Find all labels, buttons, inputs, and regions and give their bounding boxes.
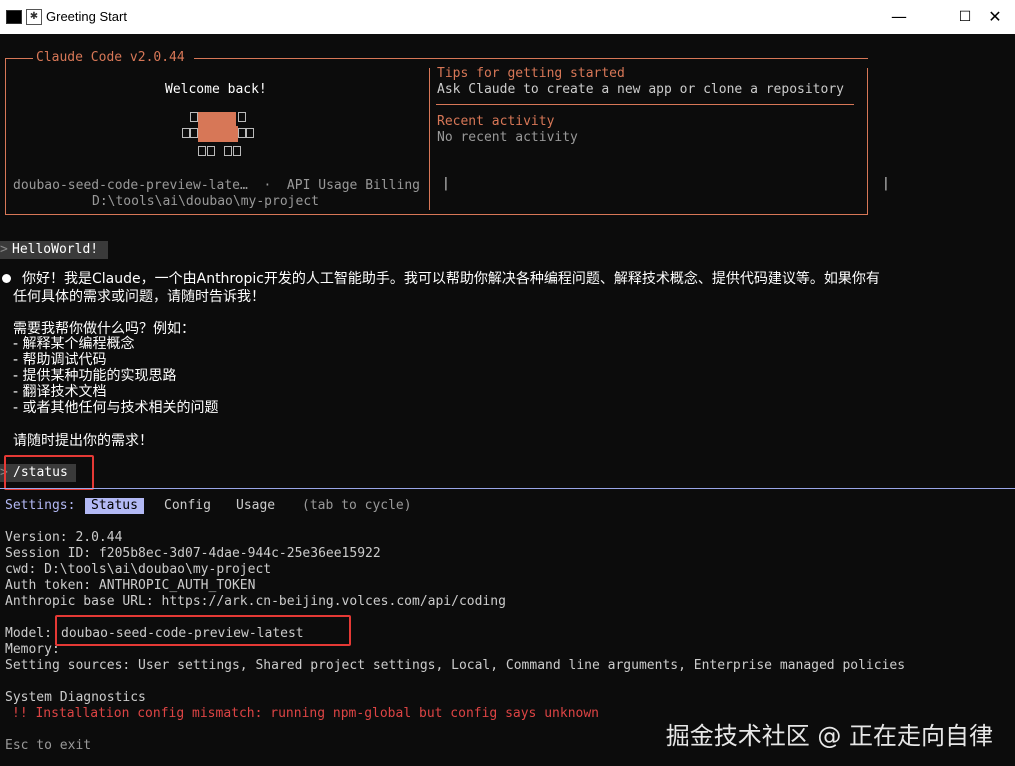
- settings-separator: [0, 488, 1015, 489]
- tab-status[interactable]: Status: [85, 498, 144, 514]
- box-border-bottom: [5, 214, 868, 215]
- watermark: 掘金技术社区 @ 正在走向自律: [665, 722, 993, 750]
- box-divider-tips: [436, 104, 854, 105]
- box-border-top-right: [194, 58, 868, 59]
- window-titlebar: ✱ Greeting Start — ☐ ✕: [0, 0, 1015, 35]
- highlight-command-box: [4, 455, 94, 490]
- claude-app-icon: ✱: [26, 9, 42, 25]
- minimize-button[interactable]: —: [876, 0, 922, 34]
- sources-line: Setting sources: User settings, Shared p…: [5, 658, 906, 673]
- box-border-top-left: [5, 58, 33, 59]
- reply-bullet-5: - 或者其他任何与技术相关的问题: [13, 400, 219, 416]
- terminal-area[interactable]: Claude Code v2.0.44 Welcome back! doubao…: [0, 34, 1015, 766]
- box-pipe: |: [442, 176, 450, 191]
- exit-hint: Esc to exit: [5, 738, 92, 753]
- welcome-text: Welcome back!: [165, 82, 267, 97]
- model-billing-line: doubao-seed-code-preview-late… · API Usa…: [13, 178, 420, 193]
- response-bullet-icon: [2, 274, 11, 283]
- tab-config[interactable]: Config: [164, 498, 211, 514]
- reply-closing: 请随时提出你的需求！: [13, 433, 153, 449]
- base-url-line: Anthropic base URL: https://ark.cn-beiji…: [5, 594, 506, 609]
- tips-title: Tips for getting started: [437, 66, 625, 81]
- project-path: D:\tools\ai\doubao\my-project: [92, 194, 319, 209]
- highlight-model-box: [55, 615, 351, 646]
- auth-line: Auth token: ANTHROPIC_AUTH_TOKEN: [5, 578, 256, 593]
- memory-line: Memory:: [5, 642, 60, 657]
- reply-bullet-3: - 提供某种功能的实现思路: [13, 368, 177, 384]
- model-label: Model:: [5, 626, 52, 641]
- user-prompt: HelloWorld!: [12, 242, 99, 257]
- recent-text: No recent activity: [437, 130, 578, 145]
- window-title: Greeting Start: [46, 9, 127, 24]
- reply-bullet-2: - 帮助调试代码: [13, 352, 107, 368]
- close-button[interactable]: ✕: [972, 0, 1015, 34]
- session-line: Session ID: f205b8ec-3d07-4dae-944c-25e3…: [5, 546, 381, 561]
- reply-line1: 你好！我是Claude，一个由Anthropic开发的人工智能助手。我可以帮助你…: [22, 271, 880, 287]
- box-pipe-right: |: [882, 176, 890, 191]
- prompt-marker: >: [0, 242, 8, 257]
- tab-usage[interactable]: Usage: [236, 498, 275, 514]
- box-border-left: [5, 58, 6, 215]
- box-divider-vertical: [429, 68, 430, 210]
- reply-bullet-1: - 解释某个编程概念: [13, 336, 135, 352]
- recent-title: Recent activity: [437, 114, 555, 129]
- tips-text: Ask Claude to create a new app or clone …: [437, 82, 844, 97]
- welcome-header: Claude Code v2.0.44: [36, 50, 185, 65]
- terminal-icon: [6, 10, 22, 24]
- cwd-line: cwd: D:\tools\ai\doubao\my-project: [5, 562, 272, 577]
- box-border-right: [867, 68, 868, 215]
- tab-cycle-hint: (tab to cycle): [302, 498, 412, 513]
- version-line: Version: 2.0.44: [5, 530, 123, 545]
- diagnostics-warning: !! Installation config mismatch: running…: [12, 706, 599, 721]
- diagnostics-title: System Diagnostics: [5, 690, 146, 705]
- reply-bullet-4: - 翻译技术文档: [13, 384, 107, 400]
- reply-line2: 任何具体的需求或问题，请随时告诉我！: [13, 289, 265, 305]
- settings-label: Settings:: [5, 498, 76, 513]
